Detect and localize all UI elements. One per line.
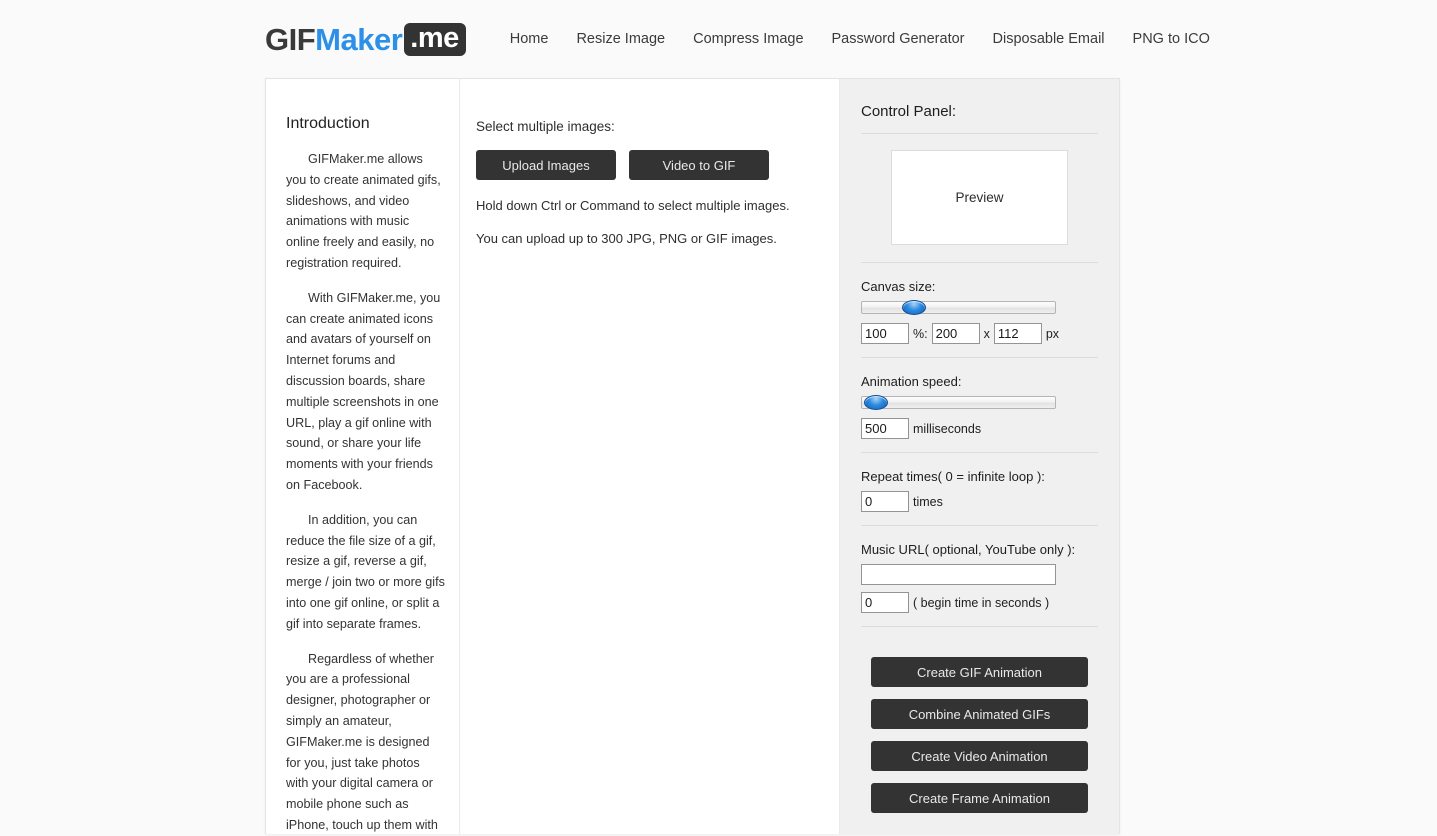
logo-text-maker: Maker <box>315 21 403 57</box>
nav-link-home[interactable]: Home <box>496 25 563 53</box>
combine-animated-gifs-button[interactable]: Combine Animated GIFs <box>871 699 1088 729</box>
begin-time-unit-label: ( begin time in seconds ) <box>913 595 1050 610</box>
canvas-size-slider-handle[interactable] <box>902 300 927 315</box>
animation-speed-slider-handle[interactable] <box>863 395 888 410</box>
canvas-size-slider[interactable] <box>861 300 1056 315</box>
times-unit-label: times <box>913 494 943 509</box>
canvas-size-label: Canvas size: <box>861 279 936 294</box>
music-begin-time-input[interactable] <box>861 592 909 613</box>
site-header: GIF Maker .me Home Resize Image Compress I… <box>0 0 1437 78</box>
music-url-section: Music URL( optional, YouTube only ): ( b… <box>861 542 1098 626</box>
nav-link-png-to-ico[interactable]: PNG to ICO <box>1119 25 1224 53</box>
repeat-times-fields: times <box>861 491 1098 512</box>
logo-text-gif: GIF <box>265 21 316 57</box>
main-container: Introduction GIFMaker.me allows you to c… <box>265 78 1120 834</box>
introduction-heading: Introduction <box>286 115 370 132</box>
animation-speed-input[interactable] <box>861 418 909 439</box>
repeat-times-input[interactable] <box>861 491 909 512</box>
upload-hint-multiselect: Hold down Ctrl or Command to select mult… <box>476 198 790 213</box>
select-images-label: Select multiple images: <box>476 119 615 134</box>
site-logo[interactable]: GIF Maker .me <box>265 21 466 57</box>
introduction-column: Introduction GIFMaker.me allows you to c… <box>266 79 460 834</box>
nav-link-compress-image[interactable]: Compress Image <box>679 25 817 53</box>
nav-link-resize-image[interactable]: Resize Image <box>562 25 679 53</box>
video-to-gif-button[interactable]: Video to GIF <box>629 150 769 180</box>
milliseconds-unit-label: milliseconds <box>913 421 982 436</box>
introduction-paragraph-3: In addition, you can reduce the file siz… <box>286 512 445 631</box>
animation-speed-label: Animation speed: <box>861 374 962 389</box>
canvas-percent-input[interactable] <box>861 323 909 344</box>
upload-column: Select multiple images: Upload Images Vi… <box>460 79 840 834</box>
main-navigation: Home Resize Image Compress Image Passwor… <box>496 25 1224 53</box>
introduction-paragraph-4: Regardless of whether you are a professi… <box>286 651 438 832</box>
divider-after-music <box>861 626 1098 627</box>
repeat-times-section: Repeat times( 0 = infinite loop ): times <box>861 469 1098 525</box>
music-begin-fields: ( begin time in seconds ) <box>861 592 1098 613</box>
create-video-animation-button[interactable]: Create Video Animation <box>871 741 1088 771</box>
times-symbol-label: x <box>983 326 990 341</box>
control-panel: Control Panel: Preview Canvas size: %: x… <box>840 79 1119 834</box>
repeat-times-label: Repeat times( 0 = infinite loop ): <box>861 469 1045 484</box>
upload-hint-limit: You can upload up to 300 JPG, PNG or GIF… <box>476 231 777 246</box>
nav-link-password-generator[interactable]: Password Generator <box>818 25 979 53</box>
create-gif-animation-button[interactable]: Create GIF Animation <box>871 657 1088 687</box>
nav-link-disposable-email[interactable]: Disposable Email <box>979 25 1119 53</box>
canvas-size-fields: %: x px <box>861 323 1098 344</box>
divider-after-speed <box>861 452 1098 453</box>
music-url-input[interactable] <box>861 564 1056 585</box>
introduction-paragraph-1: GIFMaker.me allows you to create animate… <box>286 152 441 270</box>
logo-badge-me: .me <box>404 22 466 56</box>
divider-after-preview <box>861 262 1098 263</box>
introduction-paragraph-2: With GIFMaker.me, you can create animate… <box>286 290 441 492</box>
animation-speed-slider[interactable] <box>861 395 1056 410</box>
divider-top <box>861 133 1098 134</box>
percent-unit-label: %: <box>913 326 928 341</box>
create-frame-animation-button[interactable]: Create Frame Animation <box>871 783 1088 813</box>
divider-after-repeat <box>861 525 1098 526</box>
canvas-size-section: Canvas size: %: x px <box>861 279 1098 357</box>
canvas-height-input[interactable] <box>993 323 1042 344</box>
divider-after-canvas <box>861 357 1098 358</box>
control-panel-title: Control Panel: <box>861 103 957 120</box>
music-url-label: Music URL( optional, YouTube only ): <box>861 542 1076 557</box>
control-panel-actions: Create GIF Animation Combine Animated GI… <box>861 643 1098 813</box>
animation-speed-section: Animation speed: milliseconds <box>861 374 1098 452</box>
upload-button-row: Upload Images Video to GIF <box>476 150 839 180</box>
animation-speed-fields: milliseconds <box>861 418 1098 439</box>
upload-images-button[interactable]: Upload Images <box>476 150 616 180</box>
preview-label: Preview <box>955 190 1004 205</box>
canvas-width-input[interactable] <box>931 323 980 344</box>
preview-box[interactable]: Preview <box>891 150 1068 245</box>
px-unit-label: px <box>1045 326 1060 341</box>
